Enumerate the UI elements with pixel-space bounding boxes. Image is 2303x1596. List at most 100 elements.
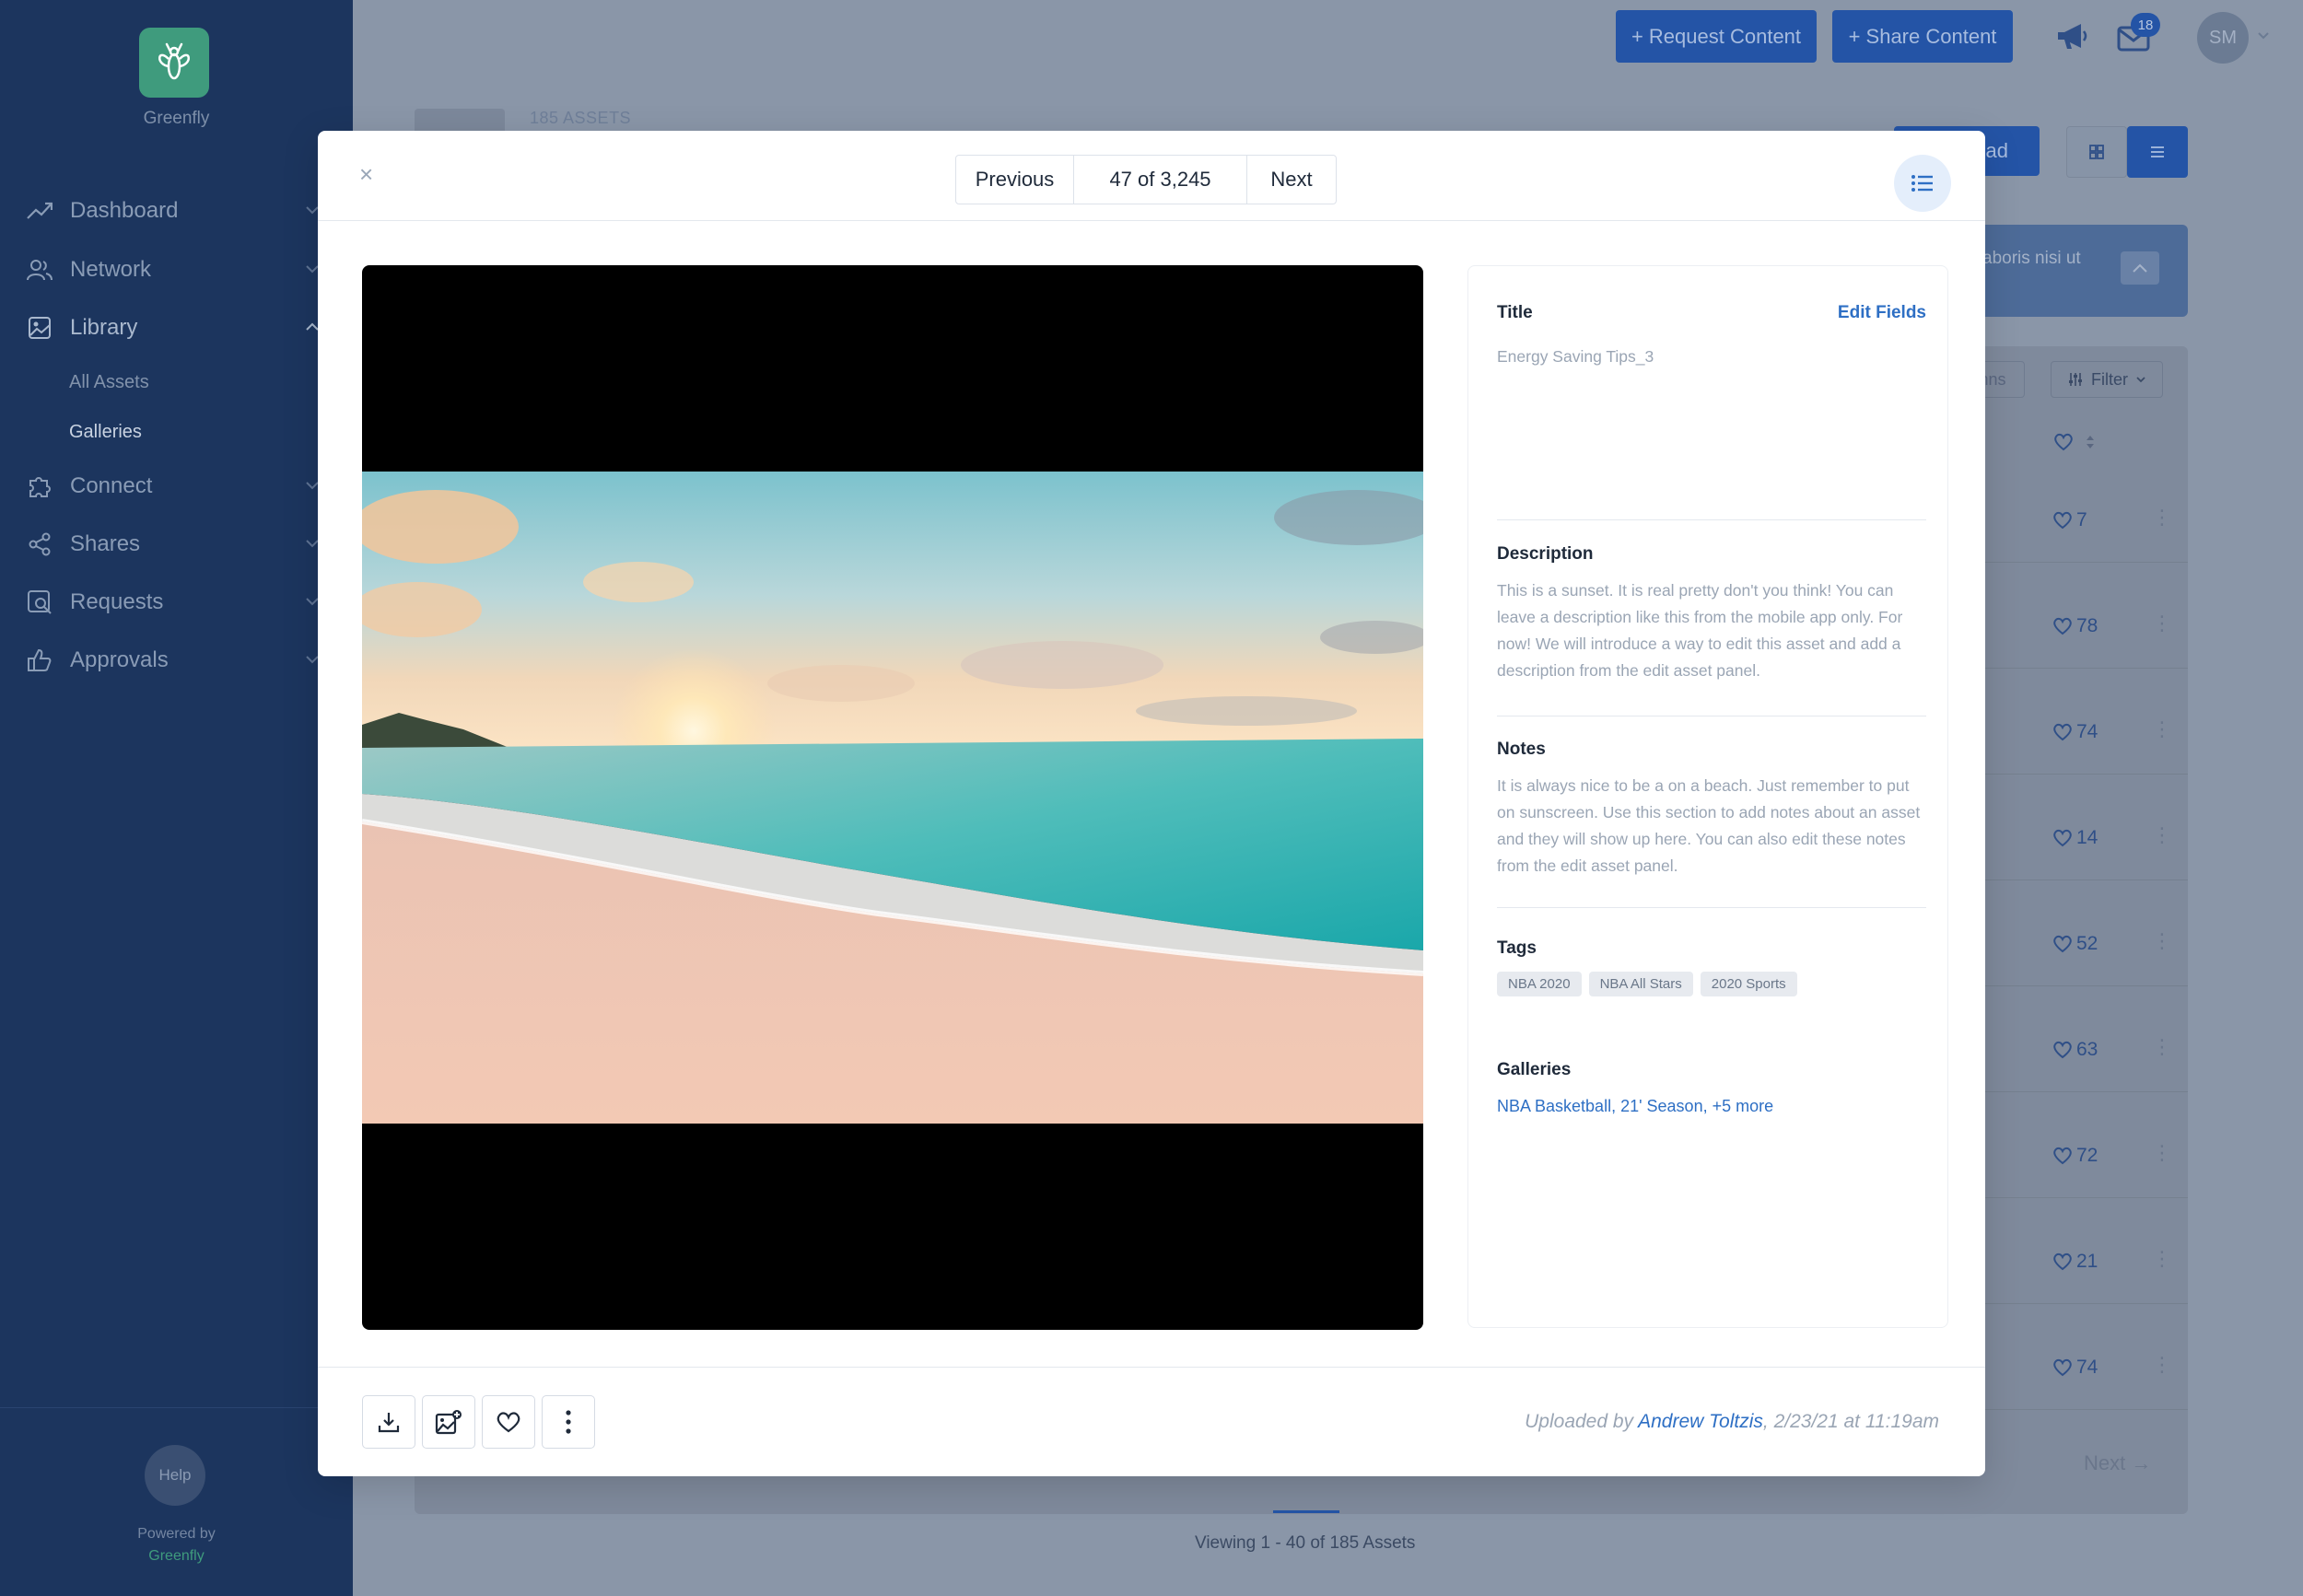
heart-icon — [2053, 935, 2072, 953]
pagination-next[interactable]: Next → — [2084, 1451, 2151, 1475]
more-options-button[interactable] — [542, 1395, 595, 1449]
sidebar-item-label: Dashboard — [70, 198, 179, 223]
favorite-button[interactable] — [482, 1395, 535, 1449]
notes-text: It is always nice to be a on a beach. Ju… — [1497, 776, 1921, 875]
like-count[interactable]: 7 — [2052, 509, 2087, 531]
download-button[interactable] — [362, 1395, 415, 1449]
megaphone-icon[interactable] — [2055, 22, 2088, 52]
grid-icon — [2089, 145, 2104, 159]
sidebar-item-network[interactable]: Network — [26, 251, 321, 288]
share-content-button[interactable]: + Share Content — [1832, 10, 2013, 63]
edit-fields-link[interactable]: Edit Fields — [1838, 303, 1926, 323]
row-menu-icon[interactable]: ⋮ — [2152, 823, 2172, 847]
users-icon — [26, 256, 53, 284]
sidebar-item-approvals[interactable]: Approvals — [26, 642, 321, 679]
galleries-link[interactable]: NBA Basketball, 21' Season, +5 more — [1497, 1097, 1926, 1116]
image-search-icon — [26, 588, 53, 616]
filter-button[interactable]: Filter — [2051, 361, 2163, 398]
heart-icon — [2053, 1358, 2072, 1377]
share-icon — [26, 530, 53, 558]
heart-icon — [2053, 511, 2072, 530]
list-icon — [2151, 146, 2164, 157]
tags-section: Tags NBA 2020 NBA All Stars 2020 Sports — [1497, 938, 1926, 996]
like-count[interactable]: 72 — [2052, 1145, 2098, 1167]
pagination-indicator — [1273, 1510, 1339, 1513]
notes-section: Notes It is always nice to be a on a bea… — [1497, 740, 1926, 880]
likes-sort-header[interactable] — [2053, 432, 2099, 452]
like-count[interactable]: 63 — [2052, 1039, 2098, 1061]
sidebar-item-label: Network — [70, 257, 152, 282]
description-section: Description This is a sunset. It is real… — [1497, 544, 1926, 684]
like-count[interactable]: 52 — [2052, 933, 2098, 955]
like-count[interactable]: 21 — [2052, 1251, 2098, 1273]
row-menu-icon[interactable]: ⋮ — [2152, 1353, 2172, 1377]
title-section: Title Edit Fields Energy Saving Tips_3 — [1497, 303, 1926, 370]
uploader-link[interactable]: Andrew Toltzis — [1638, 1411, 1763, 1432]
avatar[interactable]: SM — [2197, 12, 2249, 64]
tags-label: Tags — [1497, 938, 1537, 958]
notes-label: Notes — [1497, 740, 1546, 759]
galleries-section: Galleries NBA Basketball, 21' Season, +5… — [1497, 1060, 1926, 1116]
heart-icon — [2053, 1252, 2072, 1271]
chevron-down-icon[interactable] — [2256, 29, 2271, 42]
row-menu-icon[interactable]: ⋮ — [2152, 612, 2172, 635]
sidebar-item-label: Connect — [70, 473, 153, 498]
upload-info: Uploaded by Andrew Toltzis, 2/23/21 at 1… — [1525, 1411, 1939, 1432]
galleries-label: Galleries — [1497, 1060, 1572, 1079]
gallery-thumbnail — [415, 109, 505, 133]
greenfly-logo[interactable] — [139, 28, 209, 98]
sidebar-item-label: Library — [70, 315, 138, 340]
row-menu-icon[interactable]: ⋮ — [2152, 1141, 2172, 1165]
download-icon — [378, 1413, 400, 1433]
like-count[interactable]: 74 — [2052, 1357, 2098, 1379]
heart-icon — [2053, 1147, 2072, 1165]
close-button[interactable]: × — [359, 160, 373, 189]
add-to-gallery-button[interactable] — [422, 1395, 475, 1449]
collapse-banner-button[interactable] — [2121, 251, 2159, 285]
tag[interactable]: 2020 Sports — [1700, 972, 1797, 996]
row-menu-icon[interactable]: ⋮ — [2152, 1035, 2172, 1059]
heart-icon — [2053, 723, 2072, 741]
sidebar-subitem-all-assets[interactable]: All Assets — [69, 372, 149, 393]
asset-pager: Previous 47 of 3,245 Next — [955, 155, 1337, 204]
sidebar-item-shares[interactable]: Shares — [26, 526, 321, 563]
divider — [1497, 519, 1926, 520]
asset-preview-modal: × Previous 47 of 3,245 Next Title Edit F… — [318, 131, 1985, 1476]
thumbs-up-icon — [26, 647, 53, 674]
like-count[interactable]: 74 — [2052, 721, 2098, 743]
sidebar-item-label: Requests — [70, 589, 164, 614]
powered-by: Powered by Greenfly — [137, 1526, 216, 1564]
like-count[interactable]: 78 — [2052, 615, 2098, 637]
previous-button[interactable]: Previous — [956, 156, 1074, 204]
heart-icon — [2053, 1041, 2072, 1059]
like-count[interactable]: 14 — [2052, 827, 2098, 849]
next-button[interactable]: Next — [1247, 156, 1336, 204]
tag[interactable]: NBA All Stars — [1588, 972, 1693, 996]
request-content-button[interactable]: + Request Content — [1616, 10, 1817, 63]
image-add-icon — [435, 1410, 462, 1435]
row-menu-icon[interactable]: ⋮ — [2152, 1247, 2172, 1271]
info-banner-text: aboris nisi ut — [1982, 249, 2081, 268]
image-icon — [26, 314, 53, 342]
details-toggle-button[interactable] — [1894, 155, 1951, 212]
sidebar-subitem-galleries[interactable]: Galleries — [69, 422, 142, 443]
description-text: This is a sunset. It is real pretty don'… — [1497, 581, 1903, 680]
help-button[interactable]: Help — [145, 1445, 205, 1506]
tag[interactable]: NBA 2020 — [1497, 972, 1582, 996]
grid-view-toggle[interactable] — [2066, 126, 2127, 178]
sidebar-item-connect[interactable]: Connect — [26, 468, 321, 505]
sidebar-item-label: Approvals — [70, 647, 169, 672]
sidebar-item-label: Shares — [70, 531, 141, 556]
puzzle-icon — [26, 472, 53, 500]
row-menu-icon[interactable]: ⋮ — [2152, 929, 2172, 953]
asset-preview-image[interactable] — [362, 265, 1423, 1330]
sliders-icon — [2069, 373, 2082, 386]
sidebar-item-library[interactable]: Library — [26, 309, 321, 346]
sidebar-item-requests[interactable]: Requests — [26, 584, 321, 621]
row-menu-icon[interactable]: ⋮ — [2152, 506, 2172, 530]
fly-logo-icon — [158, 42, 190, 80]
row-menu-icon[interactable]: ⋮ — [2152, 717, 2172, 741]
list-view-toggle[interactable] — [2127, 126, 2188, 178]
sidebar-item-dashboard[interactable]: Dashboard — [26, 192, 321, 229]
tag-list: NBA 2020 NBA All Stars 2020 Sports — [1497, 972, 1926, 996]
